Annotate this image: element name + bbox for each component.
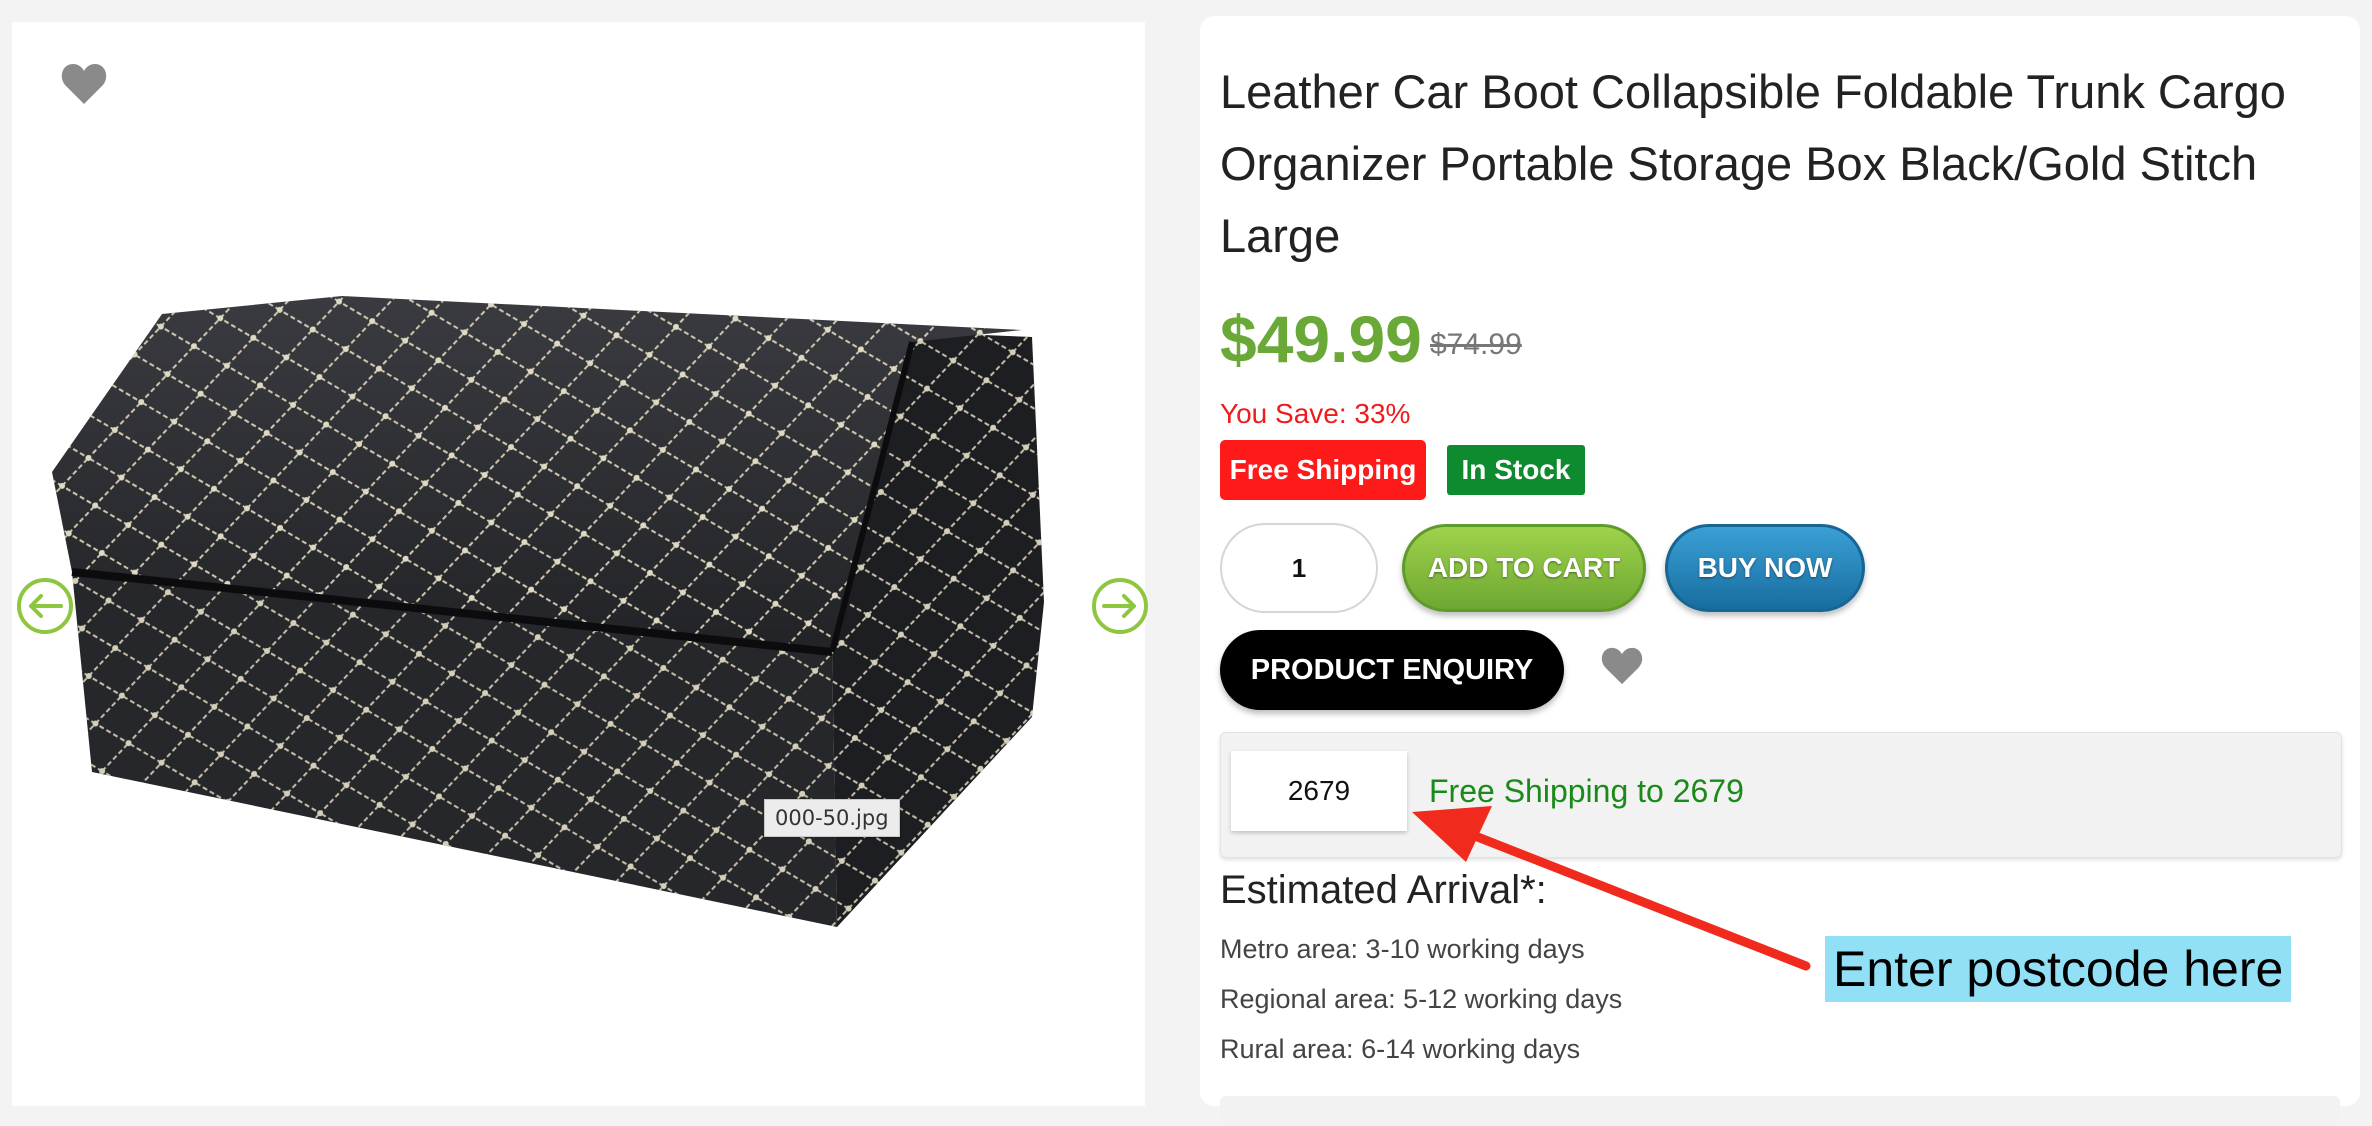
arrival-rural: Rural area: 6-14 working days [1220, 1034, 1581, 1064]
arrow-left-icon [29, 594, 63, 618]
free-shipping-badge: Free Shipping [1220, 440, 1426, 500]
sale-price: $49.99 [1220, 302, 1422, 376]
shipping-message: Free Shipping to 2679 [1429, 773, 1744, 809]
arrow-right-icon [1102, 594, 1136, 618]
arrival-regional: Regional area: 5-12 working days [1220, 984, 1623, 1014]
next-section [1220, 1096, 2340, 1126]
in-stock-badge: In Stock [1447, 445, 1585, 495]
postcode-input[interactable] [1231, 751, 1407, 831]
buy-now-button[interactable]: BUY NOW [1665, 524, 1865, 612]
product-title: Leather Car Boot Collapsible Foldable Tr… [1220, 65, 2286, 262]
shipping-estimator: Free Shipping to 2679 [1220, 732, 2342, 858]
original-price: $74.99 [1430, 328, 1522, 361]
arrival-metro: Metro area: 3-10 working days [1220, 934, 1585, 964]
estimated-arrival-heading: Estimated Arrival*: [1220, 868, 1547, 912]
add-to-cart-button[interactable]: ADD TO CART [1402, 524, 1646, 612]
heart-icon[interactable] [60, 62, 108, 106]
next-image-button[interactable] [1092, 578, 1148, 634]
savings-text: You Save: 33% [1220, 398, 1411, 429]
heart-icon[interactable] [1600, 646, 1644, 686]
image-filename-tooltip: 000-50.jpg [764, 799, 900, 837]
annotation-callout: Enter postcode here [1825, 936, 2292, 1002]
product-image [52, 296, 1044, 927]
quantity-input[interactable] [1220, 523, 1378, 613]
prev-image-button[interactable] [17, 578, 73, 634]
product-enquiry-button[interactable]: PRODUCT ENQUIRY [1220, 630, 1564, 710]
product-gallery: 000-50.jpg [12, 22, 1148, 1106]
